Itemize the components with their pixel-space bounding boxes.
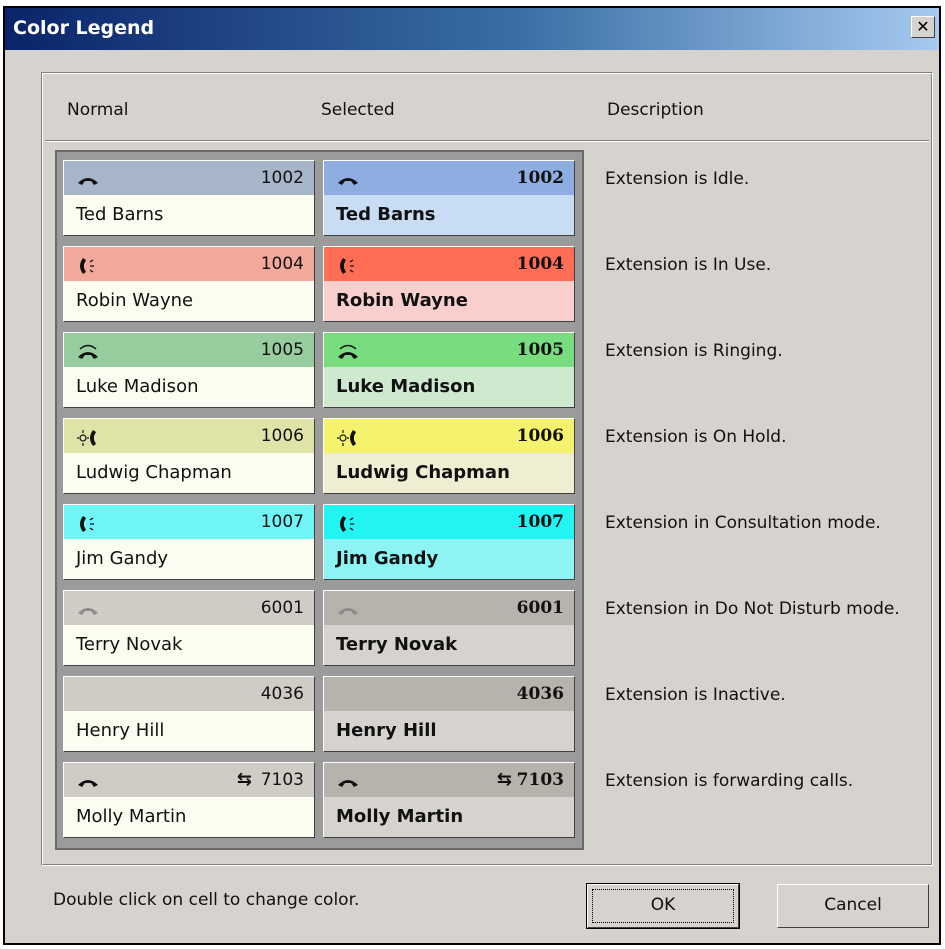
handset-ringing-icon (336, 343, 360, 361)
extension-name: Luke Madison (336, 376, 476, 397)
extension-name: Ted Barns (76, 204, 164, 225)
row-description: Extension is Ringing. (605, 341, 783, 361)
extension-number: 7103 (260, 770, 304, 790)
extension-number: 1007 (516, 512, 564, 532)
normal-cell-4036[interactable]: 4036 Henry Hill (63, 676, 315, 752)
row-description: Extension is Inactive. (605, 685, 786, 705)
selected-cell-1002[interactable]: 1002 Ted Barns (323, 160, 575, 236)
extension-name: Molly Martin (336, 806, 464, 827)
extension-number: 1004 (260, 254, 304, 274)
extension-number: 6001 (260, 598, 304, 618)
selected-cell-6001[interactable]: 6001 Terry Novak (323, 590, 575, 666)
normal-cell-7103[interactable]: ⇆ 7103 Molly Martin (63, 762, 315, 838)
extension-number: 1002 (260, 168, 304, 188)
extension-name: Robin Wayne (336, 290, 468, 311)
extension-name: Jim Gandy (76, 548, 169, 569)
extension-name: Ted Barns (336, 204, 436, 225)
extension-number: 1004 (516, 254, 564, 274)
extension-number: 1002 (516, 168, 564, 188)
handset-ringing-icon (76, 343, 100, 361)
window-title: Color Legend (13, 17, 155, 39)
handset-idle-icon (336, 773, 360, 791)
handset-idle-icon (76, 773, 100, 791)
row-description: Extension in Consultation mode. (605, 513, 881, 533)
extension-number: 4036 (260, 684, 304, 704)
phone-in-use-icon (76, 257, 100, 275)
forward-arrows-icon: ⇆ (236, 769, 252, 790)
normal-cell-1002[interactable]: 1002 Ted Barns (63, 160, 315, 236)
extension-name: Jim Gandy (336, 548, 439, 569)
extension-name: Molly Martin (76, 806, 187, 827)
handset-dnd-icon (336, 601, 360, 619)
close-button[interactable]: ✕ (911, 16, 935, 38)
extension-name: Henry Hill (336, 720, 437, 741)
cancel-button[interactable]: Cancel (777, 884, 929, 928)
extension-number: 1005 (260, 340, 304, 360)
selected-cell-1006[interactable]: 1006 Ludwig Chapman (323, 418, 575, 494)
phone-consult-icon (76, 515, 100, 533)
header-description: Description (607, 100, 704, 120)
extension-number: 1007 (260, 512, 304, 532)
extension-name: Terry Novak (76, 634, 183, 655)
extension-name: Ludwig Chapman (76, 462, 232, 483)
extension-name: Ludwig Chapman (336, 462, 510, 483)
selected-cell-1004[interactable]: 1004 Robin Wayne (323, 246, 575, 322)
selected-cell-4036[interactable]: 4036 Henry Hill (323, 676, 575, 752)
extension-name: Luke Madison (76, 376, 199, 397)
selected-cell-1005[interactable]: 1005 Luke Madison (323, 332, 575, 408)
forward-arrows-icon: ⇆ (496, 769, 512, 790)
header-selected: Selected (321, 100, 395, 120)
normal-cell-1006[interactable]: 1006 Ludwig Chapman (63, 418, 315, 494)
normal-cell-1007[interactable]: 1007 Jim Gandy (63, 504, 315, 580)
title-bar[interactable]: Color Legend ✕ (5, 8, 939, 50)
handset-idle-icon (76, 171, 100, 189)
phone-in-use-icon (336, 257, 360, 275)
header-normal: Normal (67, 100, 129, 120)
extension-number: 6001 (516, 598, 564, 618)
selected-cell-7103[interactable]: ⇆ 7103 Molly Martin (323, 762, 575, 838)
phone-consult-icon (336, 515, 360, 533)
normal-cell-6001[interactable]: 6001 Terry Novak (63, 590, 315, 666)
extension-number: 4036 (516, 684, 564, 704)
color-legend-dialog: Color Legend ✕ Normal Selected Descripti… (3, 6, 941, 945)
row-description: Extension is On Hold. (605, 427, 787, 447)
extension-name: Henry Hill (76, 720, 165, 741)
row-description: Extension is forwarding calls. (605, 771, 854, 791)
row-description: Extension is In Use. (605, 255, 772, 275)
header-divider (45, 140, 929, 142)
extension-number: 1006 (260, 426, 304, 446)
normal-cell-1004[interactable]: 1004 Robin Wayne (63, 246, 315, 322)
extension-name: Robin Wayne (76, 290, 194, 311)
row-description: Extension in Do Not Disturb mode. (605, 599, 900, 619)
handset-idle-icon (336, 171, 360, 189)
selected-cell-1007[interactable]: 1007 Jim Gandy (323, 504, 575, 580)
ok-button[interactable]: OK (586, 883, 740, 929)
cancel-label: Cancel (824, 895, 882, 915)
extension-number: 1006 (516, 426, 564, 446)
normal-cell-1005[interactable]: 1005 Luke Madison (63, 332, 315, 408)
extension-number: 1005 (516, 340, 564, 360)
row-description: Extension is Idle. (605, 169, 750, 189)
phone-on-hold-icon (76, 429, 100, 447)
phone-on-hold-icon (336, 429, 360, 447)
extension-name: Terry Novak (336, 634, 458, 655)
footer-hint: Double click on cell to change color. (53, 890, 360, 910)
handset-dnd-icon (76, 601, 100, 619)
extension-number: 7103 (516, 770, 564, 790)
